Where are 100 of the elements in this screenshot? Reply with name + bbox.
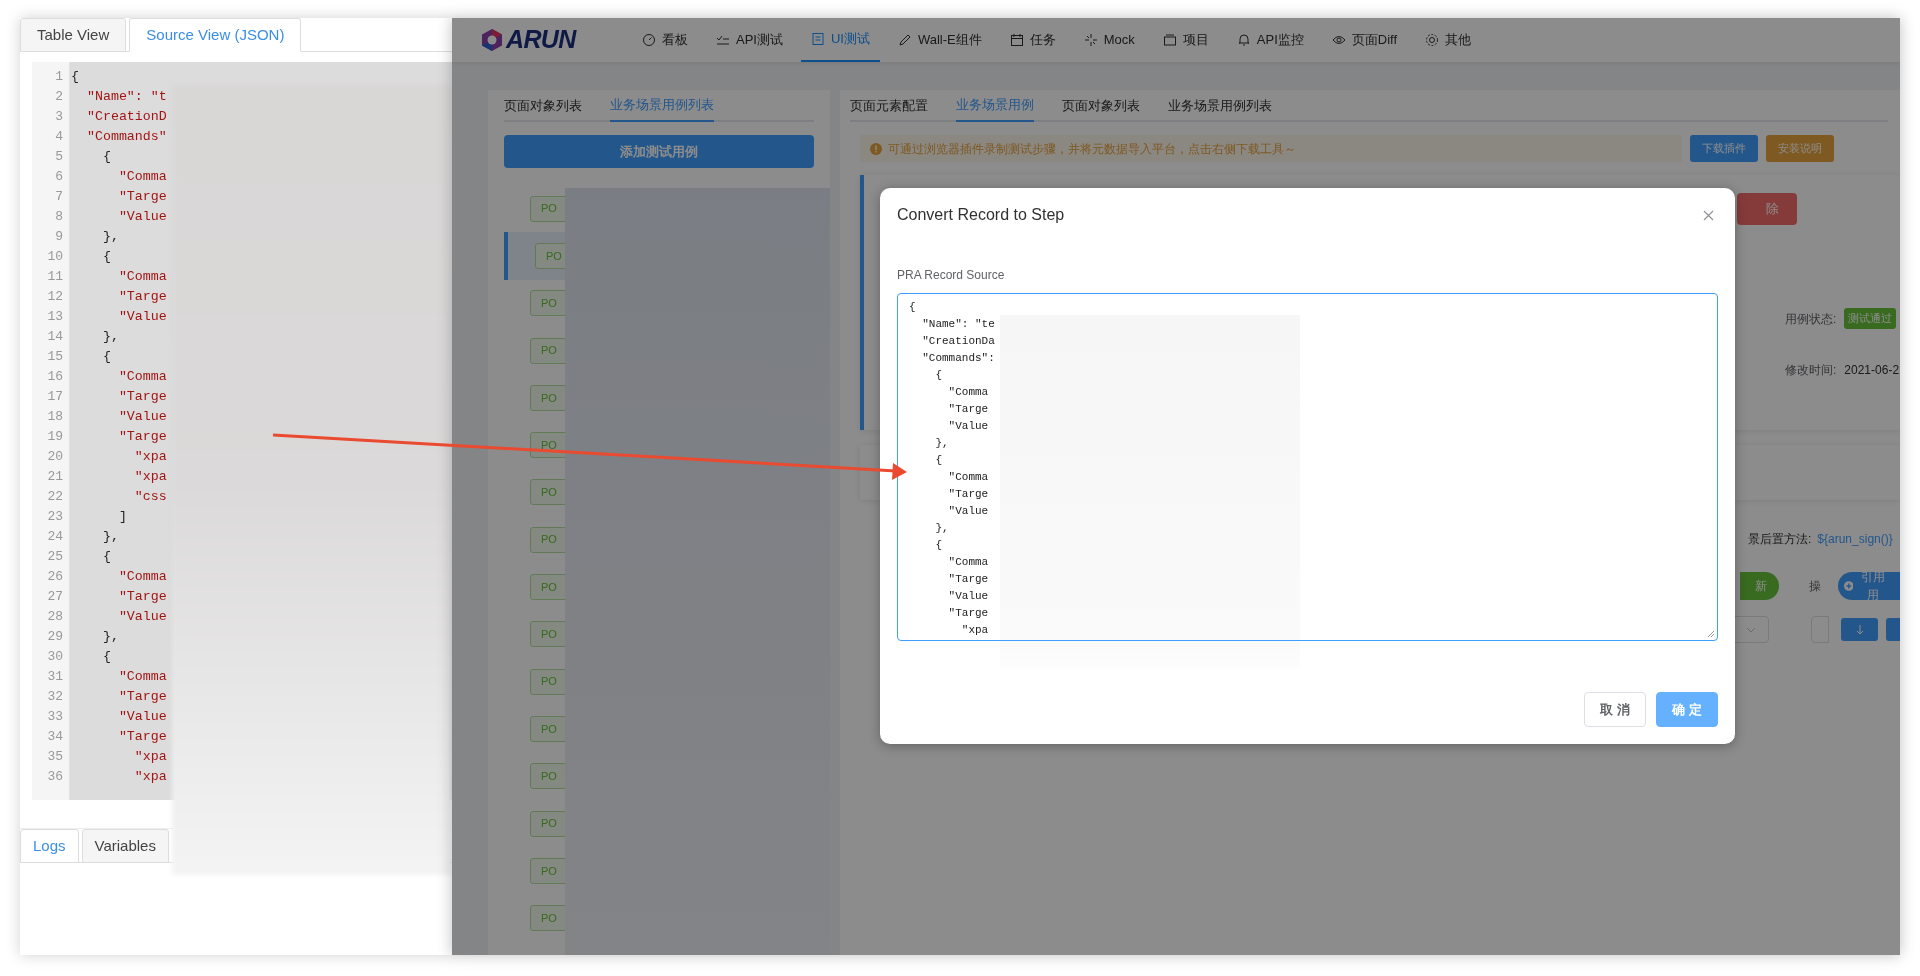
code-line: { [101,648,111,666]
source-field[interactable]: { "Name": "te "CreationDa "Commands": { "Comma "Targe "Value }, { "Comma "Targe "Value }, { "Comma "Targe "Value "Targe "xpa [897,293,1718,641]
status-badge: 测试通过 [1844,308,1897,329]
line-number: 13 [47,308,63,326]
code-line: "Comma [117,268,167,286]
move-down-button[interactable] [1841,618,1878,641]
tab[interactable]: 业务场景用例列表 [610,90,714,122]
line-number: 8 [55,208,63,226]
case-row[interactable]: PO [504,847,565,895]
code-line: "Comma [117,368,167,386]
case-row[interactable]: PO [504,185,565,233]
toolbar-button[interactable]: 安装说明 [1766,135,1834,162]
nav-item[interactable]: UI测试 [800,18,880,62]
method-link[interactable]: ${arun_sign()} [1817,530,1893,548]
code-line: { [71,68,79,86]
field-value: 2021-06-2 [1844,362,1900,379]
case-row[interactable]: PO [504,326,565,375]
po-tag: PO [530,715,568,742]
line-number: 32 [47,688,63,706]
notice-text: 可通过浏览器插件录制测试步骤，并将元数据导入平台，点击右侧下载工具～ [888,140,1296,158]
delete-button[interactable]: 除 [1737,193,1797,225]
tab[interactable]: 页面对象列表 [504,90,582,122]
hexagon-logo-icon [480,28,504,52]
resize-handle-icon [1707,630,1715,638]
code-line: "Targe [117,688,167,706]
case-row[interactable]: PO [504,610,565,658]
nav-item[interactable]: API测试 [706,18,793,62]
case-row[interactable]: PO [504,232,565,280]
code-line: ] [117,508,127,526]
line-number: 9 [55,228,63,246]
bell-icon [1236,33,1251,47]
line-number: 6 [55,168,63,186]
code-line: "Name": "t [85,88,167,106]
refresh-button[interactable]: 新 [1740,572,1779,600]
tab[interactable]: 业务场景用例 [956,90,1034,122]
add-test-case-button[interactable]: 添加测试用例 [504,135,814,168]
case-row[interactable]: PO [504,374,565,422]
code-line: "Targe [117,588,167,606]
sparkle-icon [1083,33,1098,47]
case-row[interactable]: PO [504,279,565,327]
nav-item[interactable]: 看板 [632,18,698,62]
po-tag: PO [530,337,568,364]
case-row[interactable]: PO [504,799,565,848]
case-row[interactable]: PO [504,468,565,517]
field-label: 景后置方法: [1748,531,1812,548]
case-row[interactable]: PO [504,563,565,611]
line-number: 26 [47,568,63,586]
select-field[interactable] [1733,616,1769,643]
case-row[interactable]: PO [504,705,565,753]
nav-item[interactable]: Mock [1073,18,1145,62]
dialog-button[interactable]: 取 消 [1584,692,1646,727]
case-row[interactable]: PO [504,752,565,800]
case-row[interactable]: PO [504,657,565,706]
po-tag: PO [530,763,568,790]
tab[interactable]: Table View [20,18,127,52]
line-number: 2 [55,88,63,106]
nav-item[interactable]: 其他 [1415,18,1482,62]
case-row[interactable]: PO [504,516,565,564]
dialog-button[interactable]: 确 定 [1656,692,1718,727]
code-line: { [101,248,111,266]
code-line: "Value [117,708,167,726]
code-line: { [101,148,111,166]
po-tag: PO [530,574,568,600]
quote-case-button[interactable]: 引用用 [1837,572,1900,600]
line-number: 30 [47,648,63,666]
tab[interactable]: Variables [81,829,169,863]
po-tag: PO [530,479,568,506]
code-line: "css [133,488,167,506]
tab[interactable]: Logs [20,829,79,863]
line-number: 11 [47,268,63,286]
code-line: "Value [117,208,167,226]
code-line: "Comma [117,668,167,686]
po-tag: PO [530,526,568,553]
nav-item[interactable]: 任务 [999,18,1066,62]
tab[interactable]: Source View (JSON) [129,18,302,52]
line-number: 3 [55,108,63,126]
line-number: 29 [47,628,63,646]
document-icon [810,32,825,46]
line-number: 19 [47,428,63,446]
logo-text: ARUN [506,24,576,56]
code-line: "Value [117,608,167,626]
nav-item[interactable]: Wall-E组件 [887,18,992,62]
line-number: 25 [47,548,63,566]
nav-item[interactable]: API监控 [1226,18,1314,62]
tab[interactable]: 业务场景用例列表 [1168,90,1272,122]
nav-item[interactable]: 项目 [1152,18,1219,62]
nav-item[interactable]: 页面Diff [1321,18,1408,62]
action-button[interactable] [1886,618,1900,641]
case-row[interactable]: PO [504,894,565,942]
checklist-icon [716,33,730,47]
field-label: 用例状态: [1785,310,1837,328]
code-line: "Value [117,308,167,326]
line-number: 35 [47,748,63,766]
code-line: "Comma [117,168,167,186]
line-number: 15 [47,348,63,366]
toolbar-button[interactable]: 下载插件 [1690,135,1758,162]
plus-circle-icon [1843,581,1854,591]
line-number: 21 [47,468,63,486]
tab[interactable]: 页面元素配置 [850,90,928,122]
tab[interactable]: 页面对象列表 [1062,90,1140,122]
